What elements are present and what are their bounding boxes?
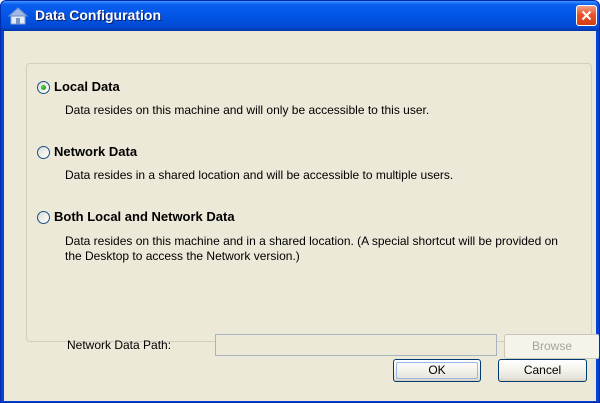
network-data-radio[interactable]: [37, 146, 50, 159]
radio-selected-dot: [41, 85, 46, 90]
window-title: Data Configuration: [35, 7, 161, 23]
cancel-button[interactable]: Cancel: [498, 359, 587, 382]
local-data-description: Data resides on this machine and will on…: [65, 103, 430, 117]
house-icon: [7, 7, 29, 25]
browse-button[interactable]: Browse: [504, 334, 599, 359]
ok-focus-ring: [396, 362, 478, 379]
local-data-label[interactable]: Local Data: [54, 79, 120, 94]
both-data-label[interactable]: Both Local and Network Data: [54, 209, 235, 224]
both-data-radio[interactable]: [37, 211, 50, 224]
dialog-window: Data Configuration Local Data Data resid…: [0, 0, 600, 403]
network-data-description: Data resides in a shared location and wi…: [65, 168, 454, 182]
network-path-input[interactable]: [215, 334, 497, 356]
both-data-description: Data resides on this machine and in a sh…: [65, 234, 558, 263]
ok-button[interactable]: OK: [393, 359, 481, 382]
network-data-label[interactable]: Network Data: [54, 144, 137, 159]
close-icon: [581, 10, 592, 21]
title-bar[interactable]: Data Configuration: [1, 1, 599, 31]
local-data-radio[interactable]: [37, 81, 50, 94]
close-button[interactable]: [576, 5, 597, 26]
data-location-group: Local Data Data resides on this machine …: [26, 63, 599, 359]
dialog-client-area: Local Data Data resides on this machine …: [4, 31, 599, 401]
network-path-label: Network Data Path:: [67, 338, 172, 352]
